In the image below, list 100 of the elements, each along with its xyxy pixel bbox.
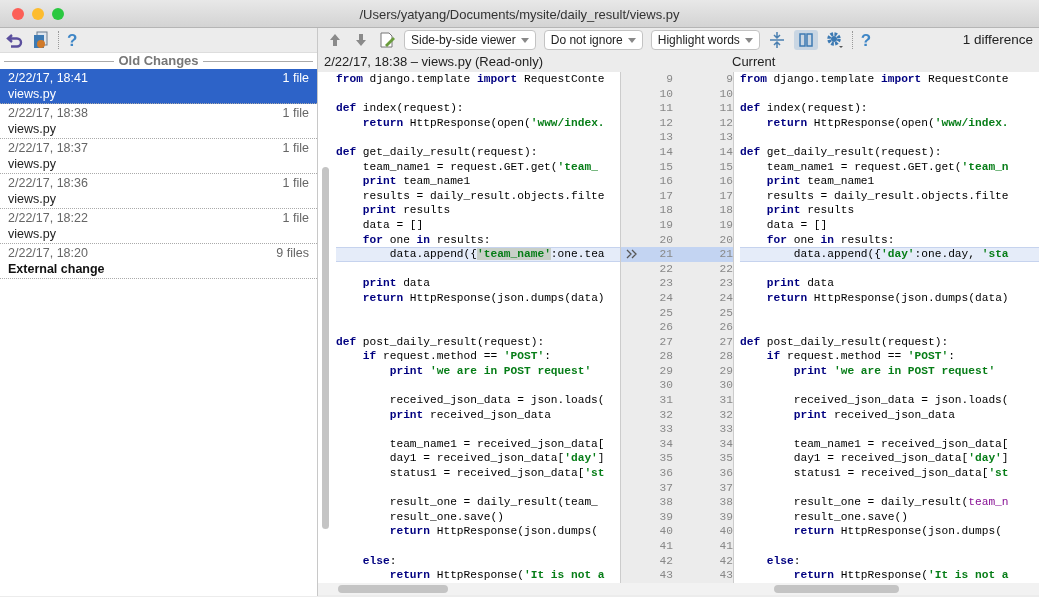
line-number: 43 [658, 568, 673, 583]
line-number: 9 [665, 72, 673, 87]
line-number: 22 [718, 261, 733, 277]
line-number: 36 [718, 466, 733, 481]
line-number: 43 [718, 568, 733, 583]
line-number: 41 [658, 539, 673, 554]
line-number: 26 [658, 320, 673, 335]
line-number: 14 [658, 144, 673, 160]
entry-date: 2/22/17, 18:20 [8, 245, 88, 261]
line-number: 15 [718, 159, 733, 175]
line-number: 39 [718, 509, 733, 525]
collapse-icon[interactable] [767, 31, 786, 49]
code-line: team_name1 = request.GET.get('team_ [361, 159, 599, 175]
line-number: 26 [718, 320, 733, 335]
pane-title: Current [731, 53, 776, 72]
code-line: return HttpResponse('It is not a [792, 568, 1010, 583]
code-line: team_name1 = request.GET.get('team_n [765, 159, 1010, 175]
line-number: 31 [658, 393, 673, 408]
line-number: 35 [658, 451, 673, 467]
line-number: 28 [658, 349, 673, 364]
scrollbar-thumb[interactable] [338, 585, 448, 593]
undo-icon[interactable] [6, 31, 24, 49]
code-line: print data [765, 276, 835, 291]
line-number: 13 [718, 130, 733, 145]
code-line: else: [765, 553, 802, 569]
file-count: 9 files [276, 245, 309, 261]
history-entry[interactable]: 2/22/17, 18:37 1 file views.py [0, 139, 317, 174]
line-number: 35 [718, 451, 733, 467]
line-number: 11 [658, 101, 673, 116]
code-line: print 'we are in POST request' [388, 363, 593, 379]
line-number: 28 [718, 349, 733, 364]
entry-date: 2/22/17, 18:38 [8, 105, 88, 121]
code-line: def index(request): [740, 101, 869, 116]
history-entry[interactable]: 2/22/17, 18:38 1 file views.py [0, 104, 317, 139]
code-line: def post_daily_result(request): [740, 334, 950, 350]
dropdown[interactable]: Highlight words [650, 30, 760, 50]
line-number: 30 [718, 378, 733, 394]
line-number: 32 [718, 407, 733, 423]
code-line: print data [361, 276, 431, 291]
line-number: 24 [658, 290, 673, 306]
code-line: def post_daily_result(request): [336, 334, 546, 350]
entry-name: External change [8, 261, 106, 277]
line-number: 29 [658, 363, 673, 379]
line-number: 37 [658, 480, 673, 496]
code-line: from django.template import RequestConte [336, 72, 606, 87]
scrollbar-thumb[interactable] [322, 167, 329, 529]
file-count: 1 file [282, 105, 309, 121]
close-button[interactable] [12, 8, 24, 20]
entry-name: views.py [8, 156, 57, 172]
code-line: return HttpResponse(open('www/index. [765, 115, 1010, 131]
line-number: 31 [718, 393, 733, 408]
line-number: 42 [718, 553, 733, 569]
line-number: 41 [718, 539, 733, 554]
line-number: 15 [658, 159, 673, 175]
line-number: 13 [658, 130, 673, 145]
code-line: def get_daily_result(request): [336, 144, 539, 160]
code-line: for one in results: [765, 232, 896, 248]
line-number: 18 [658, 203, 673, 218]
scrollbar-thumb[interactable] [774, 585, 899, 593]
dropdown[interactable]: Do not ignore [543, 30, 643, 50]
code-line: print results [765, 203, 856, 218]
line-number: 9 [725, 72, 733, 87]
copy-icon[interactable] [32, 31, 50, 49]
line-number: 21 [658, 247, 673, 262]
zoom-button[interactable] [52, 8, 64, 20]
line-number: 17 [718, 188, 733, 204]
code-line: def index(request): [336, 101, 465, 116]
code-line: status1 = received_json_data['st [792, 466, 1010, 481]
edit-icon[interactable] [378, 31, 396, 49]
code-line: data = [] [361, 217, 425, 233]
line-number: 11 [718, 101, 733, 116]
line-number: 38 [718, 495, 733, 510]
file-count: 1 file [282, 70, 309, 86]
entry-date: 2/22/17, 18:22 [8, 210, 88, 226]
history-entry[interactable]: 2/22/17, 18:36 1 file views.py [0, 174, 317, 209]
file-count: 1 file [282, 140, 309, 156]
line-number: 34 [718, 436, 733, 452]
entry-date: 2/22/17, 18:37 [8, 140, 88, 156]
code-line: status1 = received_json_data['st [388, 466, 606, 481]
code-line: print received_json_data [388, 407, 552, 423]
line-number: 16 [718, 174, 733, 189]
history-entry[interactable]: 2/22/17, 18:22 1 file views.py [0, 209, 317, 244]
line-number: 22 [658, 261, 673, 277]
code-line: print team_name1 [765, 174, 876, 189]
line-number: 30 [658, 378, 673, 394]
difference-count: 1 difference [962, 30, 1033, 49]
line-number: 36 [658, 466, 673, 481]
code-line: data = [] [765, 217, 829, 233]
code-line: day1 = received_json_data['day'] [792, 451, 1010, 467]
side-by-side-toggle[interactable] [793, 30, 818, 50]
line-number: 27 [718, 334, 733, 350]
settings-icon[interactable] [825, 31, 844, 49]
history-entry[interactable]: 2/22/17, 18:20 9 files External change [0, 244, 317, 279]
history-entry[interactable]: 2/22/17, 18:41 1 file views.py [0, 69, 317, 104]
code-line: return HttpResponse(json.dumps(data) [765, 290, 1010, 306]
line-number: 12 [718, 115, 733, 131]
line-number: 25 [658, 305, 673, 321]
dropdown[interactable]: Side-by-side viewer [404, 30, 536, 50]
line-number: 10 [658, 86, 673, 102]
code-line: return HttpResponse(open('www/index. [361, 115, 606, 131]
